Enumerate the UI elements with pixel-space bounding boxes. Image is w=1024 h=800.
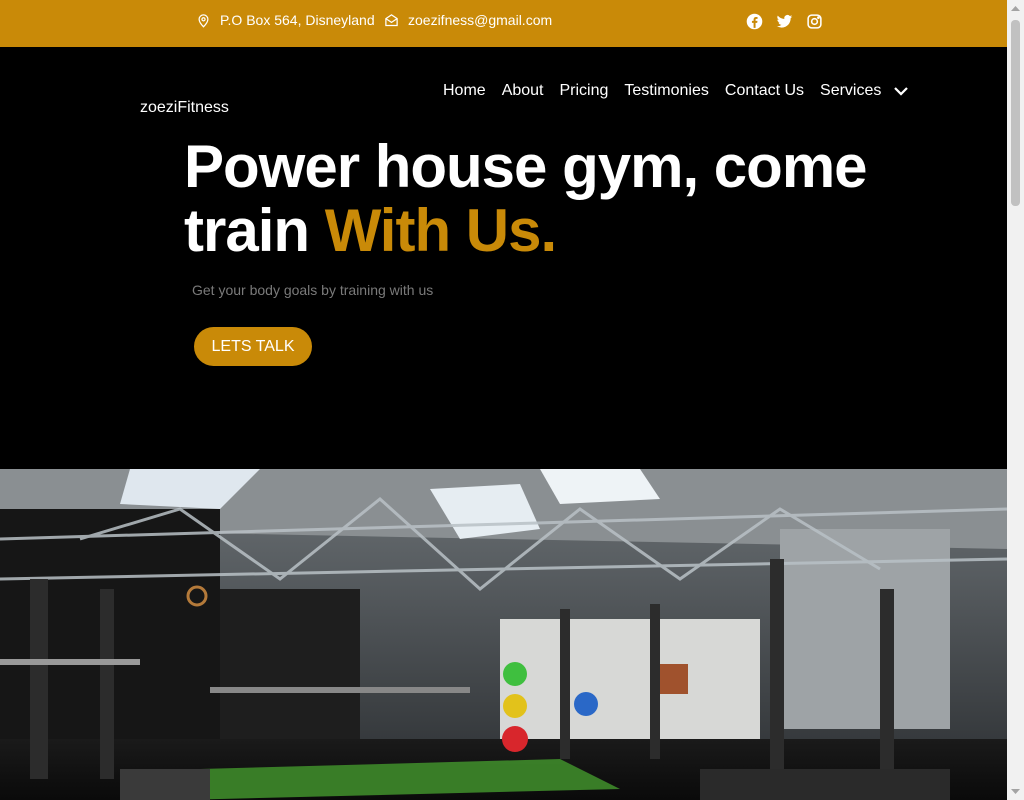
social-links xyxy=(746,13,823,30)
address-text: P.O Box 564, Disneyland xyxy=(220,12,375,28)
hero-title-accent: With Us. xyxy=(324,197,557,264)
email-info: zoezifness@gmail.com xyxy=(384,12,552,28)
location-pin-icon xyxy=(198,13,209,28)
nav-about[interactable]: About xyxy=(502,82,544,100)
hero-title-line1: Power house gym, come xyxy=(184,133,868,200)
page-scrollbar[interactable] xyxy=(1007,0,1024,800)
scroll-up-arrow-icon[interactable] xyxy=(1007,0,1024,17)
nav-contact-us[interactable]: Contact Us xyxy=(725,82,804,100)
site-logo[interactable]: zoeziFitness xyxy=(140,99,229,117)
nav-testimonies[interactable]: Testimonies xyxy=(624,82,708,100)
hero-subtitle: Get your body goals by training with us xyxy=(192,282,434,298)
nav-pricing[interactable]: Pricing xyxy=(560,82,609,100)
email-text[interactable]: zoezifness@gmail.com xyxy=(408,12,552,28)
nav-services-label: Services xyxy=(820,82,882,100)
hero-title: Power house gym, come train With Us. xyxy=(184,133,868,264)
top-info-bar: P.O Box 564, Disneyland zoezifness@gmail… xyxy=(0,0,1007,47)
scrollbar-thumb[interactable] xyxy=(1011,20,1020,206)
facebook-icon[interactable] xyxy=(746,13,763,30)
instagram-icon[interactable] xyxy=(806,13,823,30)
nav-home[interactable]: Home xyxy=(443,82,486,100)
gym-interior-image xyxy=(0,469,1007,800)
hero-title-line2: train xyxy=(184,197,325,264)
twitter-icon[interactable] xyxy=(776,13,793,30)
main-nav: Home About Pricing Testimonies Contact U… xyxy=(443,82,910,100)
chevron-down-icon xyxy=(894,87,908,96)
hero-heading: Power house gym, come train With Us. xyxy=(184,133,868,264)
scroll-down-arrow-icon[interactable] xyxy=(1007,783,1024,800)
envelope-icon xyxy=(385,13,398,26)
address-info: P.O Box 564, Disneyland xyxy=(196,12,375,28)
lets-talk-button[interactable]: LETS TALK xyxy=(194,327,312,366)
nav-services[interactable]: Services xyxy=(820,82,910,100)
